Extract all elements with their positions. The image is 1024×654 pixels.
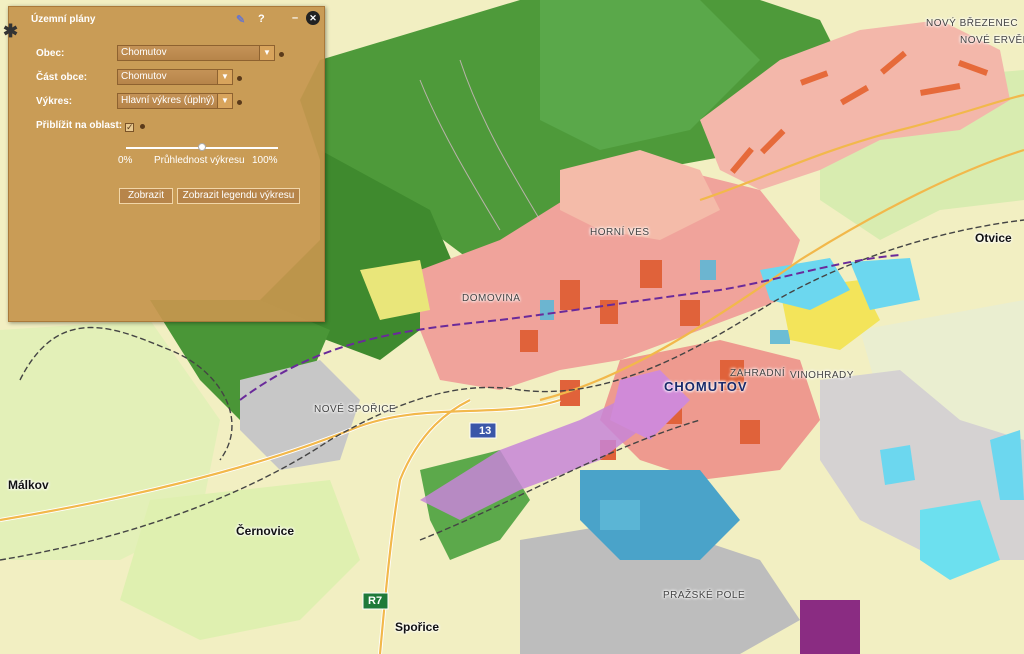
place-vinohrady: VINOHRADY — [790, 370, 854, 381]
place-domovina: DOMOVINA — [462, 293, 521, 304]
info-dot-icon[interactable] — [237, 76, 242, 81]
vykres-select[interactable]: Hlavní výkres (úplný) ▼ — [117, 93, 233, 109]
show-legend-button[interactable]: Zobrazit legendu výkresu — [177, 188, 300, 204]
vykres-label: Výkres: — [36, 96, 73, 107]
chevron-down-icon[interactable]: ▼ — [217, 70, 232, 84]
place-chomutov: CHOMUTOV — [664, 379, 748, 394]
cast-obce-select-value: Chomutov — [121, 71, 167, 82]
close-icon[interactable]: ✕ — [306, 11, 320, 25]
place-cernovice: Černovice — [236, 524, 295, 538]
cast-obce-label: Část obce: — [36, 72, 88, 83]
cast-obce-select[interactable]: Chomutov ▼ — [117, 69, 233, 85]
place-malkov: Málkov — [8, 478, 49, 492]
priblizit-label: Přiblížit na oblast: — [36, 120, 123, 131]
priblizit-checkbox[interactable]: ✓ — [125, 123, 134, 132]
road-shield-r7: R7 — [368, 595, 383, 607]
map-layers-icon[interactable]: ✱ — [3, 21, 18, 42]
slider-max-label: 100% — [252, 155, 278, 166]
territorial-plans-panel: Územní plány ✱ ✎ ? – ✕ Obec: Chomutov ▼ … — [3, 6, 325, 322]
obec-label: Obec: — [36, 48, 65, 59]
slider-title-label: Průhlednost výkresu — [154, 155, 245, 166]
place-nove-sporice: NOVÉ SPOŘICE — [314, 404, 397, 415]
place-prazske-pole: PRAŽSKÉ POLE — [663, 590, 746, 601]
obec-select[interactable]: Chomutov ▼ — [117, 45, 275, 61]
info-dot-icon[interactable] — [279, 52, 284, 57]
info-dot-icon[interactable] — [237, 100, 242, 105]
place-otvice: Otvice — [975, 231, 1012, 245]
place-sporice: Spořice — [395, 620, 440, 634]
info-dot-icon[interactable] — [140, 124, 145, 129]
road-shield-13: 13 — [479, 425, 492, 437]
help-icon[interactable]: ? — [258, 13, 265, 25]
pin-tool-icon[interactable]: ✎ — [236, 13, 245, 26]
chevron-down-icon[interactable]: ▼ — [259, 46, 274, 60]
place-zahradni: ZAHRADNÍ — [730, 368, 786, 379]
panel-title: Územní plány — [31, 14, 96, 25]
place-novy-brezenec: NOVÝ BŘEZENEC — [926, 18, 1019, 29]
show-button[interactable]: Zobrazit — [119, 188, 173, 204]
slider-min-label: 0% — [118, 155, 133, 166]
place-nove-ervenice: NOVÉ ERVĚNICE — [960, 35, 1024, 46]
opacity-slider-handle[interactable] — [198, 143, 206, 151]
obec-select-value: Chomutov — [121, 47, 167, 58]
place-horni-ves: HORNÍ VES — [590, 227, 650, 238]
chevron-down-icon[interactable]: ▼ — [217, 94, 232, 108]
minimize-icon[interactable]: – — [292, 12, 298, 24]
vykres-select-value: Hlavní výkres (úplný) — [121, 95, 215, 106]
